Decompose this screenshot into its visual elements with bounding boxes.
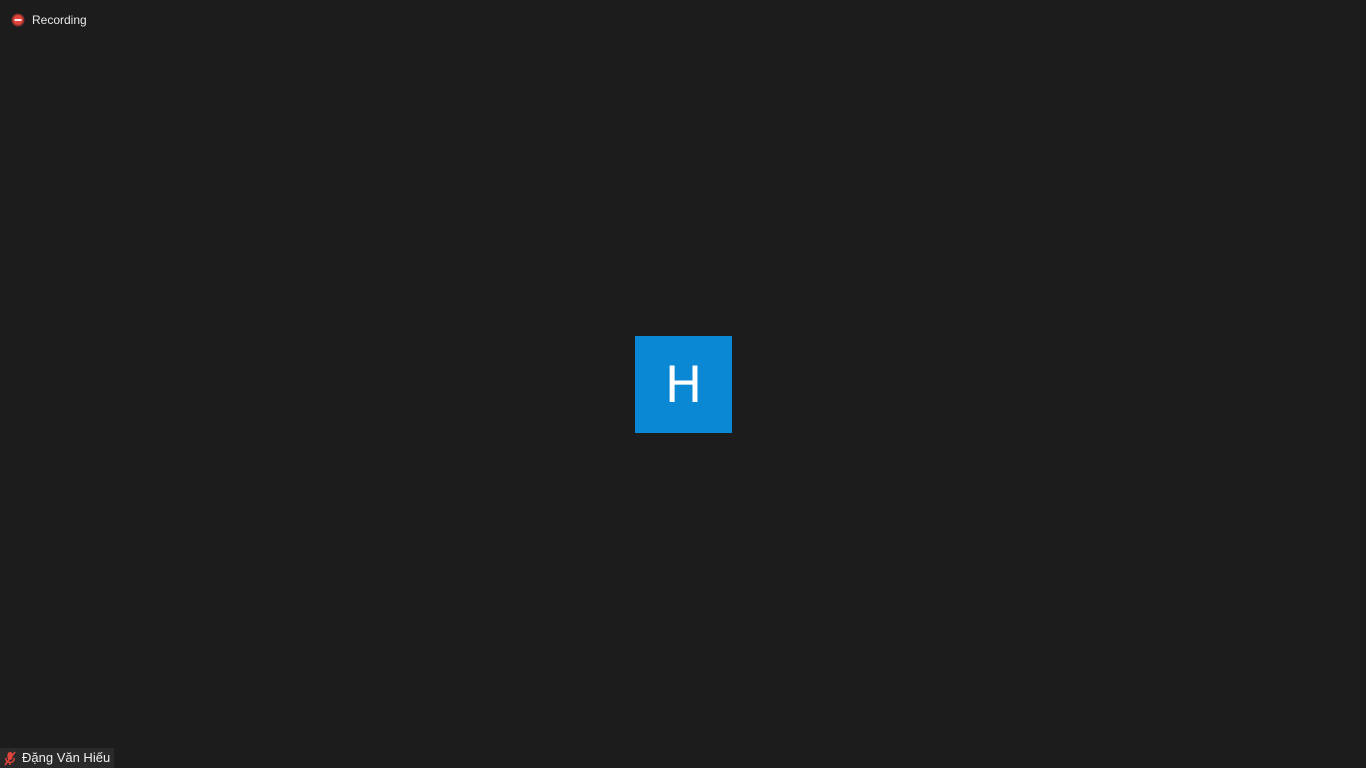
meeting-video-stage: Recording H Đặng Văn Hiếu <box>0 0 1366 768</box>
participant-name: Đặng Văn Hiếu <box>22 750 111 765</box>
participant-name-tag: Đặng Văn Hiếu <box>0 748 115 768</box>
record-icon <box>10 12 26 28</box>
recording-indicator[interactable]: Recording <box>10 11 87 29</box>
avatar-initial: H <box>664 355 703 414</box>
recording-label: Recording <box>32 13 87 27</box>
microphone-muted-icon <box>3 750 17 766</box>
participant-avatar: H <box>635 336 732 433</box>
